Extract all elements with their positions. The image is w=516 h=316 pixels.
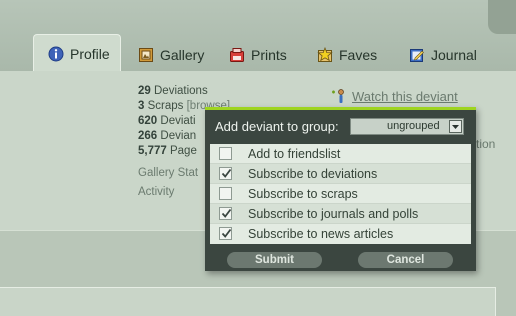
- tab-faves[interactable]: Faves: [317, 38, 377, 72]
- tab-journal-label: Journal: [431, 47, 477, 63]
- tab-gallery[interactable]: Gallery: [138, 38, 204, 72]
- group-select-value: ungrouped: [387, 120, 440, 132]
- tab-profile-label: Profile: [70, 46, 110, 62]
- friendslist-checkbox[interactable]: [219, 147, 232, 160]
- option-news-articles[interactable]: Subscribe to news articles: [210, 224, 471, 244]
- checkmark-icon: [221, 168, 232, 178]
- add-to-group-popup: Add deviant to group: ungrouped Add to f…: [205, 107, 476, 271]
- header-corner: [488, 0, 516, 34]
- cancel-button[interactable]: Cancel: [358, 252, 453, 268]
- option-label: Subscribe to journals and polls: [248, 207, 419, 221]
- journals-checkbox[interactable]: [219, 207, 232, 220]
- gallery-icon: [138, 47, 154, 63]
- tab-faves-label: Faves: [339, 47, 378, 63]
- watch-deviant-link[interactable]: Watch this deviant: [330, 88, 458, 104]
- checkmark-icon: [221, 228, 232, 238]
- option-deviations[interactable]: Subscribe to deviations: [210, 164, 471, 184]
- option-journals-polls[interactable]: Subscribe to journals and polls: [210, 204, 471, 224]
- group-select[interactable]: ungrouped: [350, 118, 464, 135]
- activity-label[interactable]: Activity: [138, 186, 174, 198]
- tab-prints-label: Prints: [251, 47, 287, 63]
- tab-journal[interactable]: Journal: [409, 38, 477, 72]
- scraps-checkbox[interactable]: [219, 187, 232, 200]
- tab-profile[interactable]: Profile: [33, 34, 121, 73]
- prints-icon: [229, 47, 245, 63]
- option-label: Subscribe to news articles: [248, 227, 394, 241]
- gallery-stats-label[interactable]: Gallery Stat: [138, 167, 198, 179]
- watch-link-label: Watch this deviant: [352, 88, 458, 104]
- partial-right-text: tion: [476, 137, 496, 151]
- news-checkbox[interactable]: [219, 227, 232, 240]
- option-label: Subscribe to deviations: [248, 167, 378, 181]
- tab-gallery-label: Gallery: [160, 47, 205, 63]
- info-icon: [48, 46, 64, 62]
- stat-deviations: 29 Deviations: [138, 85, 208, 97]
- lower-panel: [0, 287, 496, 316]
- option-label: Subscribe to scraps: [248, 187, 358, 201]
- popup-heading: Add deviant to group:: [215, 119, 339, 134]
- watch-person-icon: [330, 88, 346, 104]
- option-scraps[interactable]: Subscribe to scraps: [210, 184, 471, 204]
- option-label: Add to friendslist: [248, 147, 341, 161]
- chevron-down-icon[interactable]: [449, 120, 462, 133]
- option-friendslist[interactable]: Add to friendslist: [210, 144, 471, 164]
- faves-icon: [317, 46, 333, 63]
- journal-icon: [409, 47, 425, 63]
- subscription-options: Add to friendslist Subscribe to deviatio…: [210, 144, 471, 244]
- deviations-checkbox[interactable]: [219, 167, 232, 180]
- tab-prints[interactable]: Prints: [229, 38, 287, 72]
- submit-button[interactable]: Submit: [227, 252, 322, 268]
- checkmark-icon: [221, 208, 232, 218]
